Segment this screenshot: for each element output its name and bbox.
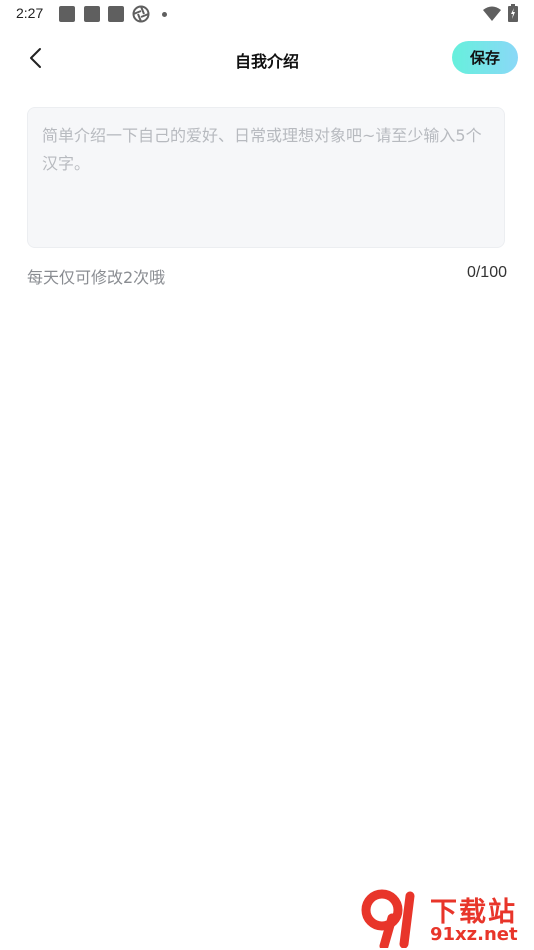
- intro-box: [27, 107, 505, 248]
- char-counter: 0/100: [466, 264, 507, 281]
- watermark-url: 91xz.net: [430, 924, 518, 945]
- watermark-logo-icon: [361, 889, 415, 948]
- notification-icon: [59, 6, 75, 22]
- notification-icon: [108, 6, 124, 22]
- wifi-icon: [483, 6, 501, 21]
- status-bar: 2:27: [0, 0, 534, 28]
- watermark: 下载站 91xz.net: [360, 888, 532, 948]
- dot-icon: [162, 12, 167, 17]
- aperture-icon: [132, 5, 150, 23]
- status-time: 2:27: [16, 5, 44, 21]
- save-button[interactable]: 保存: [452, 41, 518, 74]
- notification-icon: [84, 6, 100, 22]
- intro-textarea[interactable]: [28, 108, 504, 247]
- edit-limit-hint: 每天仅可修改2次哦: [27, 268, 166, 287]
- battery-icon: [508, 4, 518, 22]
- save-button-label: 保存: [469, 49, 500, 67]
- header: 自我介绍 保存: [0, 36, 534, 80]
